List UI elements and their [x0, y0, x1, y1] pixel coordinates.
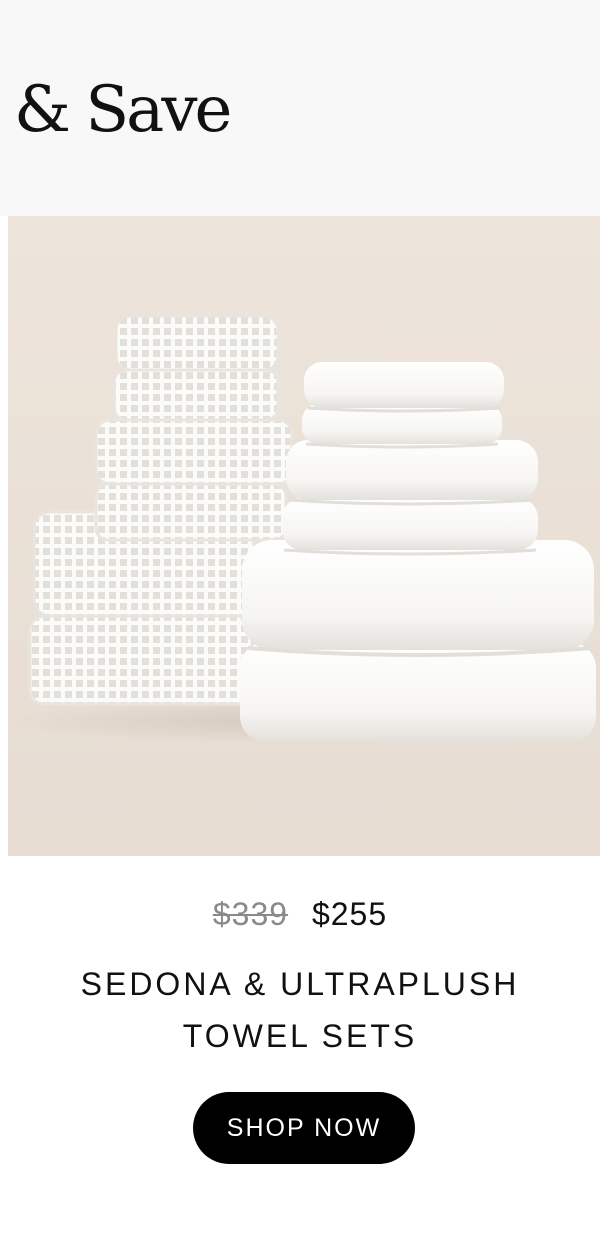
- product-title-line-2[interactable]: TOWEL SETS: [0, 1010, 600, 1062]
- price-row: $339 $255: [0, 888, 600, 940]
- product-title[interactable]: SEDONA & ULTRAPLUSH TOWEL SETS: [0, 958, 600, 1062]
- product-image[interactable]: [8, 216, 600, 856]
- sale-price: $255: [311, 896, 388, 932]
- original-price: $339: [212, 896, 289, 932]
- promo-headline: & Save: [14, 73, 232, 147]
- towel-stack-illustration: [8, 216, 600, 856]
- promo-header: & Save: [0, 0, 600, 216]
- shop-now-button[interactable]: SHOP NOW: [193, 1092, 415, 1164]
- product-title-line-1[interactable]: SEDONA & ULTRAPLUSH: [0, 958, 600, 1010]
